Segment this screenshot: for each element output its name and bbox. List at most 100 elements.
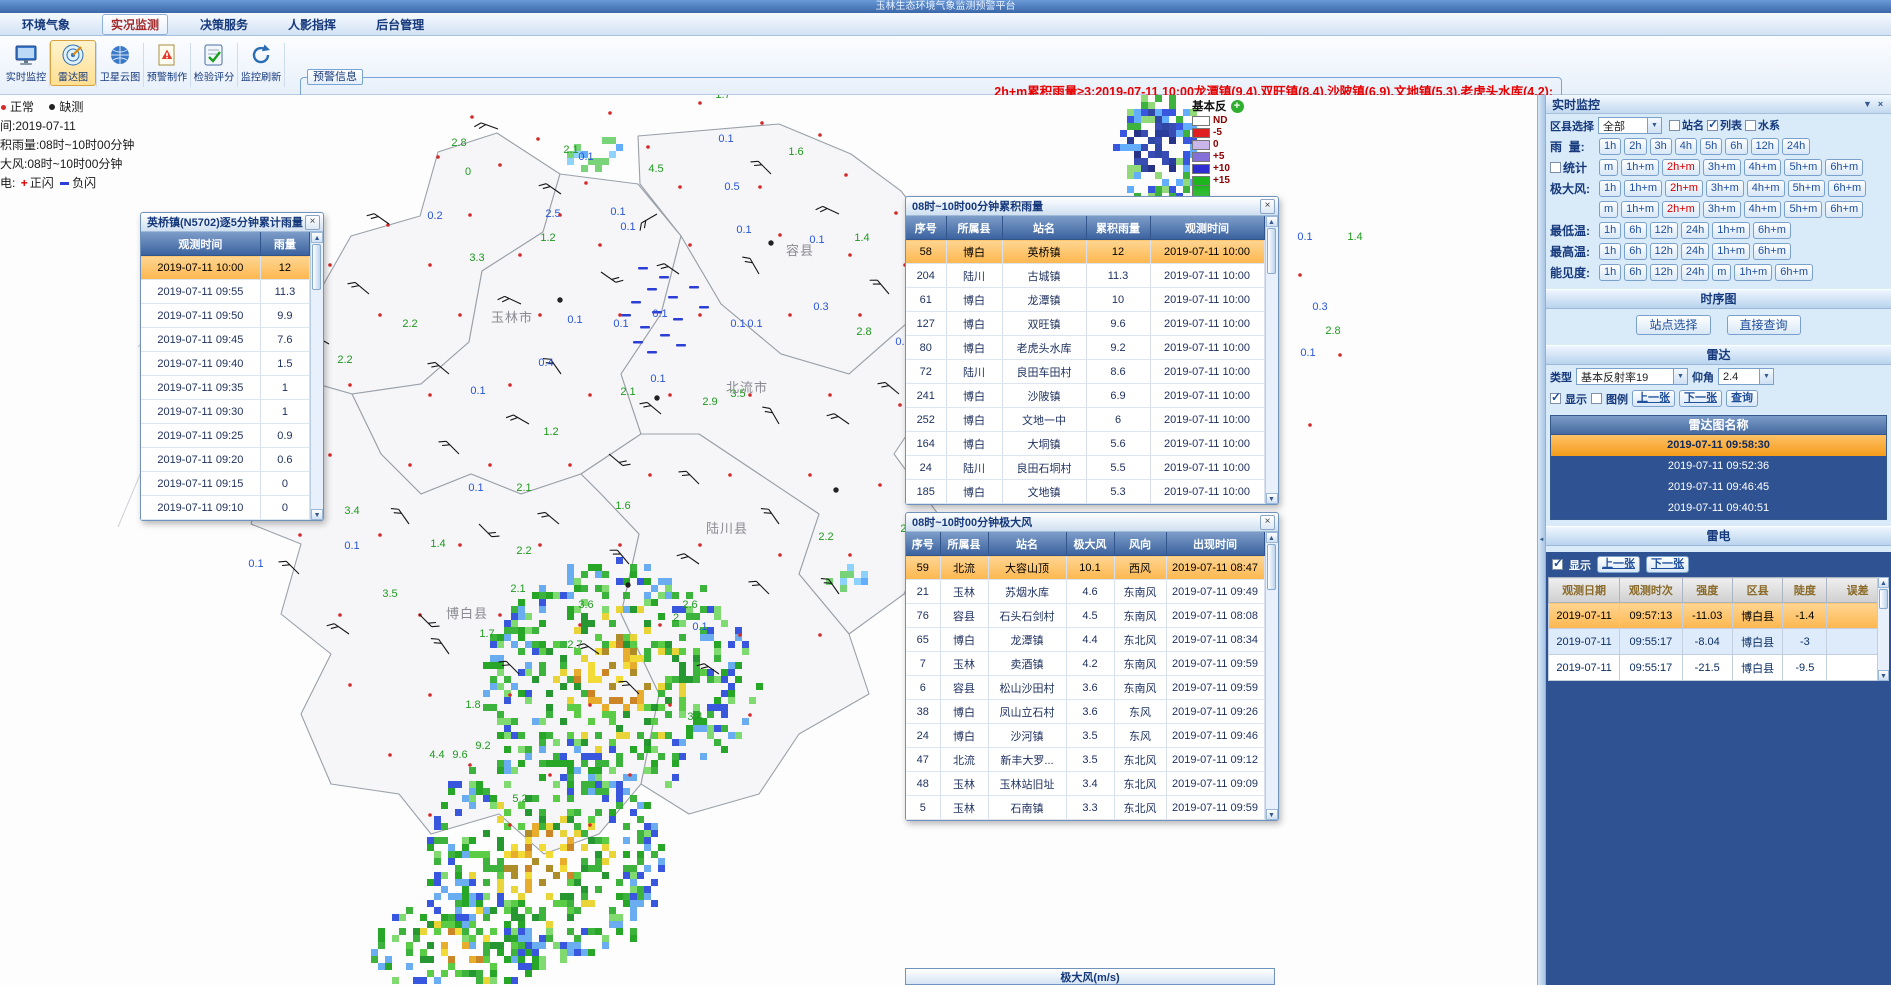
column-header[interactable]: 极大风 <box>1066 532 1114 556</box>
max-wind-popup[interactable]: 08时~10时00分钟极大风 × 序号所属县站名极大风风向出现时间59北流大容山… <box>905 512 1279 821</box>
radar-image-item[interactable]: 2019-07-11 09:52:36 <box>1551 456 1886 477</box>
column-header[interactable]: 站名 <box>988 532 1066 556</box>
station-rain-popup[interactable]: 英桥镇(N5702)逐5分钟累计雨量 × 观测时间雨量2019-07-11 10… <box>140 212 324 521</box>
table-row[interactable]: 164博白大垌镇5.62019-07-11 10:00 <box>906 432 1264 456</box>
toolbar-score-button[interactable]: 检验评分 <box>191 40 237 86</box>
scroll-up-icon[interactable]: ▲ <box>1266 532 1278 543</box>
popup-titlebar[interactable]: 08时~10时00分钟极大风 × <box>906 513 1278 532</box>
collapse-icon[interactable]: ◄ <box>1539 537 1545 543</box>
station-select-button[interactable]: 站点选择 <box>1636 315 1710 335</box>
period-button[interactable]: 6h+m <box>1825 159 1863 176</box>
district-select[interactable]: 全部 <box>1598 117 1662 134</box>
menu-tab[interactable]: 环境气象 <box>14 15 78 34</box>
table-row[interactable]: 24陆川良田石垌村5.52019-07-11 10:00 <box>906 456 1264 480</box>
table-row[interactable]: 80博白老虎头水库9.22019-07-11 10:00 <box>906 336 1264 360</box>
period-button[interactable]: 2h+m <box>1662 201 1700 218</box>
scrollbar[interactable]: ▲ ▼ <box>1265 532 1278 820</box>
period-button[interactable]: 1h <box>1599 222 1621 239</box>
table-row[interactable]: 2019-07-11 09:5511.3 <box>141 280 310 304</box>
period-button[interactable]: 5h <box>1700 138 1722 155</box>
table-row[interactable]: 6容县松山沙田村3.6东南风2019-07-11 09:59 <box>906 676 1264 700</box>
column-header[interactable]: 所属县 <box>946 216 1002 240</box>
period-button[interactable]: 1h <box>1599 138 1621 155</box>
period-button[interactable]: 6h+m <box>1753 222 1791 239</box>
period-button[interactable]: 1h+m <box>1712 243 1750 260</box>
zoom-in-icon[interactable]: + <box>1231 100 1244 113</box>
toolbar-warndoc-button[interactable]: 预警制作 <box>144 40 190 86</box>
radar-image-item[interactable]: 2019-07-11 09:40:51 <box>1551 498 1886 519</box>
scroll-up-icon[interactable]: ▲ <box>311 232 323 243</box>
table-row[interactable]: 5玉林石南镇3.3东北风2019-07-11 09:59 <box>906 796 1264 820</box>
column-header[interactable]: 序号 <box>906 216 946 240</box>
period-button[interactable]: 1h+m <box>1712 222 1750 239</box>
period-button[interactable]: 6h+m <box>1775 264 1813 281</box>
column-header[interactable]: 累积雨量 <box>1086 216 1150 240</box>
column-header[interactable]: 雨量 <box>260 232 309 256</box>
table-row[interactable]: 47北流新丰大罗...3.5东北风2019-07-11 09:12 <box>906 748 1264 772</box>
table-row[interactable]: 61博白龙潭镇102019-07-11 10:00 <box>906 288 1264 312</box>
table-row[interactable]: 127博白双旺镇9.62019-07-11 10:00 <box>906 312 1264 336</box>
period-button[interactable]: 1h <box>1599 264 1621 281</box>
column-header[interactable]: 序号 <box>906 532 940 556</box>
scroll-thumb[interactable] <box>1267 544 1276 590</box>
column-header[interactable]: 站名 <box>1002 216 1086 240</box>
table-row[interactable]: 252博白文地一中62019-07-11 10:00 <box>906 408 1264 432</box>
table-row[interactable]: 24博白沙河镇3.5东风2019-07-11 09:46 <box>906 724 1264 748</box>
map-area[interactable]: 1.72.82.14.51.601.23.31.42.22.22.81.42.8… <box>0 95 1537 985</box>
lightning-prev-button[interactable]: 上一张 <box>1597 556 1640 573</box>
lightning-next-button[interactable]: 下一张 <box>1646 556 1689 573</box>
view-checkbox[interactable] <box>1707 120 1718 131</box>
scroll-thumb[interactable] <box>1879 589 1888 609</box>
table-row[interactable]: 72陆川良田车田村8.62019-07-11 10:00 <box>906 360 1264 384</box>
period-button[interactable]: 1h+m <box>1734 264 1772 281</box>
radar-type-select[interactable]: 基本反射率19 <box>1576 368 1688 385</box>
column-header[interactable]: 观测日期 <box>1549 578 1620 603</box>
maxwind-chart-window[interactable]: 极大风(m/s) <box>905 968 1275 985</box>
period-button[interactable]: 5h+m <box>1788 180 1826 197</box>
table-row[interactable]: 2019-07-11 09:351 <box>141 376 310 400</box>
table-row[interactable]: 2019-07-11 09:150 <box>141 472 310 496</box>
column-header[interactable]: 观测时间 <box>141 232 260 256</box>
scrollbar[interactable]: ▲ ▼ <box>310 232 323 520</box>
period-button[interactable]: 1h <box>1599 180 1621 197</box>
scroll-up-icon[interactable]: ▲ <box>1878 577 1889 588</box>
table-row[interactable]: 2019-07-11 09:100 <box>141 496 310 520</box>
table-row[interactable]: 204陆川古城镇11.32019-07-11 10:00 <box>906 264 1264 288</box>
legend-checkbox[interactable] <box>1591 393 1602 404</box>
period-button[interactable]: 1h+m <box>1621 159 1659 176</box>
cumulative-rain-popup[interactable]: 08时~10时00分钟累积雨量 × 序号所属县站名累积雨量观测时间58博白英桥镇… <box>905 196 1279 505</box>
period-button[interactable]: 3h <box>1650 138 1672 155</box>
scroll-down-icon[interactable]: ▼ <box>311 509 323 520</box>
scroll-down-icon[interactable]: ▼ <box>1266 493 1278 504</box>
period-button[interactable]: 6h+m <box>1753 243 1791 260</box>
toolbar-radar-button[interactable]: 雷达图 <box>50 40 96 86</box>
table-row[interactable]: 59北流大容山顶10.1西风2019-07-11 08:47 <box>906 556 1264 580</box>
elevation-select[interactable]: 2.4 <box>1718 368 1774 385</box>
table-row[interactable]: 76容县石头石剑村4.5东南风2019-07-11 08:08 <box>906 604 1264 628</box>
scroll-up-icon[interactable]: ▲ <box>1266 216 1278 227</box>
table-row[interactable]: 2019-07-11 10:0012 <box>141 256 310 280</box>
radar-image-item[interactable]: 2019-07-11 09:58:30 <box>1551 435 1886 456</box>
table-row[interactable]: 2019-07-11 09:200.6 <box>141 448 310 472</box>
popup-titlebar[interactable]: 英桥镇(N5702)逐5分钟累计雨量 × <box>141 213 323 232</box>
direct-query-button[interactable]: 直接查询 <box>1727 315 1801 335</box>
period-button[interactable]: 24h <box>1681 222 1709 239</box>
period-button[interactable]: 2h+m <box>1662 159 1700 176</box>
period-button[interactable]: 24h <box>1681 264 1709 281</box>
popup-titlebar[interactable]: 08时~10时00分钟累积雨量 × <box>906 197 1278 216</box>
scroll-down-icon[interactable]: ▼ <box>1266 809 1278 820</box>
toolbar-satellite-button[interactable]: 卫星云图 <box>97 40 143 86</box>
table-row[interactable]: 2019-07-1109:57:13-11.03博白县-1.4 <box>1549 603 1889 629</box>
table-row[interactable]: 2019-07-11 09:509.9 <box>141 304 310 328</box>
query-button[interactable]: 查询 <box>1726 390 1758 407</box>
column-header[interactable]: 出现时间 <box>1166 532 1264 556</box>
scrollbar[interactable]: ▲ ▼ <box>1265 216 1278 504</box>
period-button[interactable]: 6h+m <box>1825 201 1863 218</box>
table-row[interactable]: 7玉林卖酒镇4.2东南风2019-07-11 09:59 <box>906 652 1264 676</box>
period-button[interactable]: 12h <box>1650 243 1678 260</box>
period-button[interactable]: 12h <box>1650 264 1678 281</box>
table-row[interactable]: 2019-07-1109:55:17-8.04博白县-3 <box>1549 629 1889 655</box>
period-button[interactable]: 1h+m <box>1621 201 1659 218</box>
period-button[interactable]: 4h+m <box>1747 180 1785 197</box>
column-header[interactable]: 观测时次 <box>1620 578 1683 603</box>
